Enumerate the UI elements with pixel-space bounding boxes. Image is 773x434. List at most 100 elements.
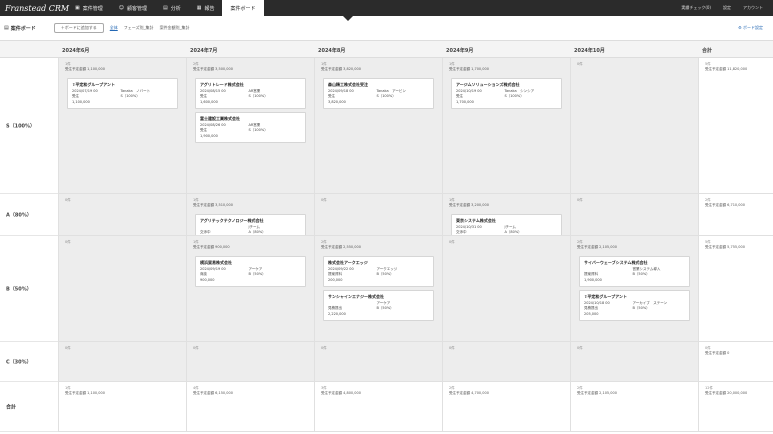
deal-card-detail-right: S（100%） <box>248 94 268 98</box>
cell-summary: 2件 受注予定金額 2,105,000 <box>573 384 696 399</box>
board-cell[interactable]: 0件 <box>58 194 186 236</box>
deal-card-company: アージムソリューションズ株式会社 <box>456 82 520 87</box>
deal-card[interactable]: アグリトレード株式会社 2024/08/15 00 AR営業 受注 S（100%） 1,6… <box>195 78 306 109</box>
board-cell[interactable]: 3件 受注予定金額 4,800,000 <box>314 382 442 432</box>
header-link-1[interactable]: 設定 <box>723 5 731 11</box>
expected-amount: 受注予定金額 4,800,000 <box>321 391 438 396</box>
row-label-text: S（100%） <box>6 123 36 129</box>
deal-card-detail-left: 商談 <box>200 272 207 276</box>
board-cell[interactable]: 1件 受注予定金額 1,700,000 アージムソリューションズ株式会社 2024/1… <box>442 58 570 194</box>
expected-amount-value: 3,500,000 <box>215 67 233 71</box>
cell-summary: 5件 受注予定金額 11,820,000 <box>701 60 771 75</box>
filter-tab-1[interactable]: フェーズ別_集計 <box>124 25 154 31</box>
deal-count: 0件 <box>321 346 327 350</box>
nav-item-3[interactable]: ▦ 報告 <box>189 0 223 16</box>
filter-tab-0[interactable]: 全体 <box>110 25 118 31</box>
board-cell[interactable]: 12件 受注予定金額 20,000,000 <box>698 382 773 432</box>
expected-amount: 受注予定金額 1,700,000 <box>449 67 566 72</box>
deal-count: 0件 <box>65 240 71 244</box>
board-settings-button[interactable]: ⚙ ボード設定 <box>738 25 763 31</box>
nav-item-2[interactable]: ▤ 分析 <box>155 0 189 16</box>
deal-count: 0件 <box>577 198 583 202</box>
row-label: 合計 <box>0 382 58 432</box>
board-cell[interactable]: 5件 受注予定金額 5,755,000 <box>698 236 773 342</box>
cell-summary: 5件 受注予定金額 5,755,000 <box>701 238 771 253</box>
board-cell[interactable]: 0件 <box>186 342 314 382</box>
filter-tab-2[interactable]: 案件金額別_集計 <box>160 25 190 31</box>
board-cell[interactable]: 0件 <box>570 58 698 194</box>
board-cell[interactable]: 0件 <box>58 342 186 382</box>
expected-amount-value: 900,000 <box>215 245 230 249</box>
deal-card-amount: 900,000 <box>200 277 215 282</box>
board-cell[interactable]: 0件 <box>442 236 570 342</box>
deal-card[interactable]: ⇧平定和グループアント 2024/10/18 00 アーカイブ ステーン 見積提出 B（… <box>579 290 690 321</box>
board-cell[interactable]: 2件 受注予定金額 4,700,000 <box>442 382 570 432</box>
cell-summary: 0件 <box>61 344 184 354</box>
nav-item-0[interactable]: ▣ 案件管理 <box>67 0 111 16</box>
board-cell[interactable]: 0件 <box>58 236 186 342</box>
chart-icon: ▤ <box>162 5 168 11</box>
cell-summary: 0件 <box>445 238 568 248</box>
deal-card[interactable]: サンシャインエナジー株式会社 アーケア 見積提出 B（50%） 2,220,000 <box>323 290 434 321</box>
board-cell[interactable]: 0件 <box>314 194 442 236</box>
deal-card-company: アグリトレード株式会社 <box>200 82 244 87</box>
app-logo[interactable]: Franstead CRM <box>5 4 69 13</box>
expected-amount-value: 6,150,000 <box>215 391 233 395</box>
board-cell[interactable]: 0件 <box>442 342 570 382</box>
deal-card-amount: 3,820,000 <box>328 99 346 104</box>
page-title-text: 案件ボード <box>10 25 36 32</box>
nav-item-label: 顧客管理 <box>126 5 147 12</box>
deal-card-company: アグリテックテクノロジー株式会社 <box>200 218 264 223</box>
deal-card-detail-right: A（80%） <box>248 230 266 234</box>
deal-card[interactable]: 横浜貿易株式会社 2024/09/19 00 アーケア 商談 B（50%） 900,000 <box>195 256 306 287</box>
add-to-board-button[interactable]: ＋ボードに追加する <box>53 23 104 33</box>
board-cell[interactable]: 1件 受注予定金額 1,100,000 ⇧平定和グループアント 2024/07/19 … <box>58 58 186 194</box>
board-cell[interactable]: 0件 受注予定金額 0 <box>698 342 773 382</box>
header-link-0[interactable]: 実績チェック(0) <box>681 5 711 11</box>
deal-card-detail-left: 提案資料 <box>328 272 342 276</box>
settings-icon: ⚙ <box>738 25 742 30</box>
board-cell[interactable]: 2件 受注予定金額 3,500,000 アグリトレード株式会社 2024/08/15 … <box>186 58 314 194</box>
board-cell[interactable]: 0件 <box>570 342 698 382</box>
board-cell[interactable]: 2件 受注予定金額 2,550,000 株式会社アークエッジ 2024/09/22 0… <box>314 236 442 342</box>
row-label: B（50%） <box>0 236 58 342</box>
deal-card[interactable]: アージムソリューションズ株式会社 2024/10/19 00 Tanaka シンシア… <box>451 78 562 109</box>
nav-item-1[interactable]: ☺ 顧客管理 <box>111 0 155 16</box>
deal-card[interactable]: アグリテックテクノロジー株式会社Jチーム交渉中A（80%）3,800,000 <box>195 214 306 235</box>
cell-summary: 2件 受注予定金額 2,550,000 <box>317 238 440 253</box>
deal-count: 0件 <box>321 198 327 202</box>
expected-amount: 受注予定金額 2,105,000 <box>577 391 694 396</box>
board-cell[interactable]: 2件 受注予定金額 6,710,000 <box>698 194 773 236</box>
header-link-2[interactable]: アカウント <box>743 5 763 11</box>
board-cell[interactable]: 1件 受注予定金額 3,510,000 アグリテックテクノロジー株式会社 Jチーム 交渉… <box>186 194 314 236</box>
board-cell[interactable]: 0件 <box>570 194 698 236</box>
expected-amount: 受注予定金額 0 <box>705 351 769 356</box>
board-cell[interactable]: 0件 <box>314 342 442 382</box>
board-cell[interactable]: 1件 受注予定金額 3,200,000 東京システム株式会社 2024/10/31 0… <box>442 194 570 236</box>
nav-item-4[interactable]: 案件ボード <box>222 0 264 16</box>
board-cell[interactable]: 1件 受注予定金額 900,000 横浜貿易株式会社 2024/09/19 00 アーケ… <box>186 236 314 342</box>
board-cell[interactable]: 1件 受注予定金額 1,100,000 <box>58 382 186 432</box>
deal-card-company: 横浜貿易株式会社 <box>200 260 232 265</box>
board-cell[interactable]: 1件 受注予定金額 3,820,000 森山精工株式会社受注 2024/09/18 0… <box>314 58 442 194</box>
expected-amount: 受注予定金額 2,550,000 <box>321 245 438 250</box>
deal-card[interactable]: ⇧平定和グループアント 2024/07/19 00 Tanaka ノバート 受注 S（1… <box>67 78 178 109</box>
board-cell[interactable]: 5件 受注予定金額 11,820,000 <box>698 58 773 194</box>
expected-amount: 受注予定金額 3,200,000 <box>449 203 566 208</box>
deal-card[interactable]: サイバーウェーブシステム株式会社 営業システム導入 提案資料 B（50%） 1,900,… <box>579 256 690 287</box>
expected-amount-value: 3,510,000 <box>215 203 233 207</box>
deal-card-amount: 1,600,000 <box>200 99 218 104</box>
deal-card-amount: 200,000 <box>328 277 343 282</box>
expected-amount-label: 受注予定金額 <box>705 351 726 355</box>
cell-summary: 1件 受注予定金額 1,100,000 <box>61 384 184 399</box>
expected-amount: 受注予定金額 11,820,000 <box>705 67 769 72</box>
deal-card[interactable]: 東京システム株式会社2024/10/31 00Jチーム交渉中A（80%）3,20… <box>451 214 562 235</box>
board-cell[interactable]: 2件 受注予定金額 2,105,000 <box>570 382 698 432</box>
deal-card[interactable]: 森山精工株式会社受注 2024/09/18 00 Tanaka アービン 受注 S（10… <box>323 78 434 109</box>
deal-card-company: 富士建設工業株式会社 <box>200 116 240 121</box>
board-cell[interactable]: 4件 受注予定金額 6,150,000 <box>186 382 314 432</box>
deal-card[interactable]: 株式会社アークエッジ 2024/09/22 00 アークエッジ 提案資料 B（50%） 2… <box>323 256 434 287</box>
deal-count: 0件 <box>65 346 71 350</box>
board-cell[interactable]: 2件 受注予定金額 2,105,000 サイバーウェーブシステム株式会社 営業システム… <box>570 236 698 342</box>
deal-card[interactable]: 富士建設工業株式会社 2024/08/26 00 AR営業 受注 S（100%） 1,90… <box>195 112 306 143</box>
